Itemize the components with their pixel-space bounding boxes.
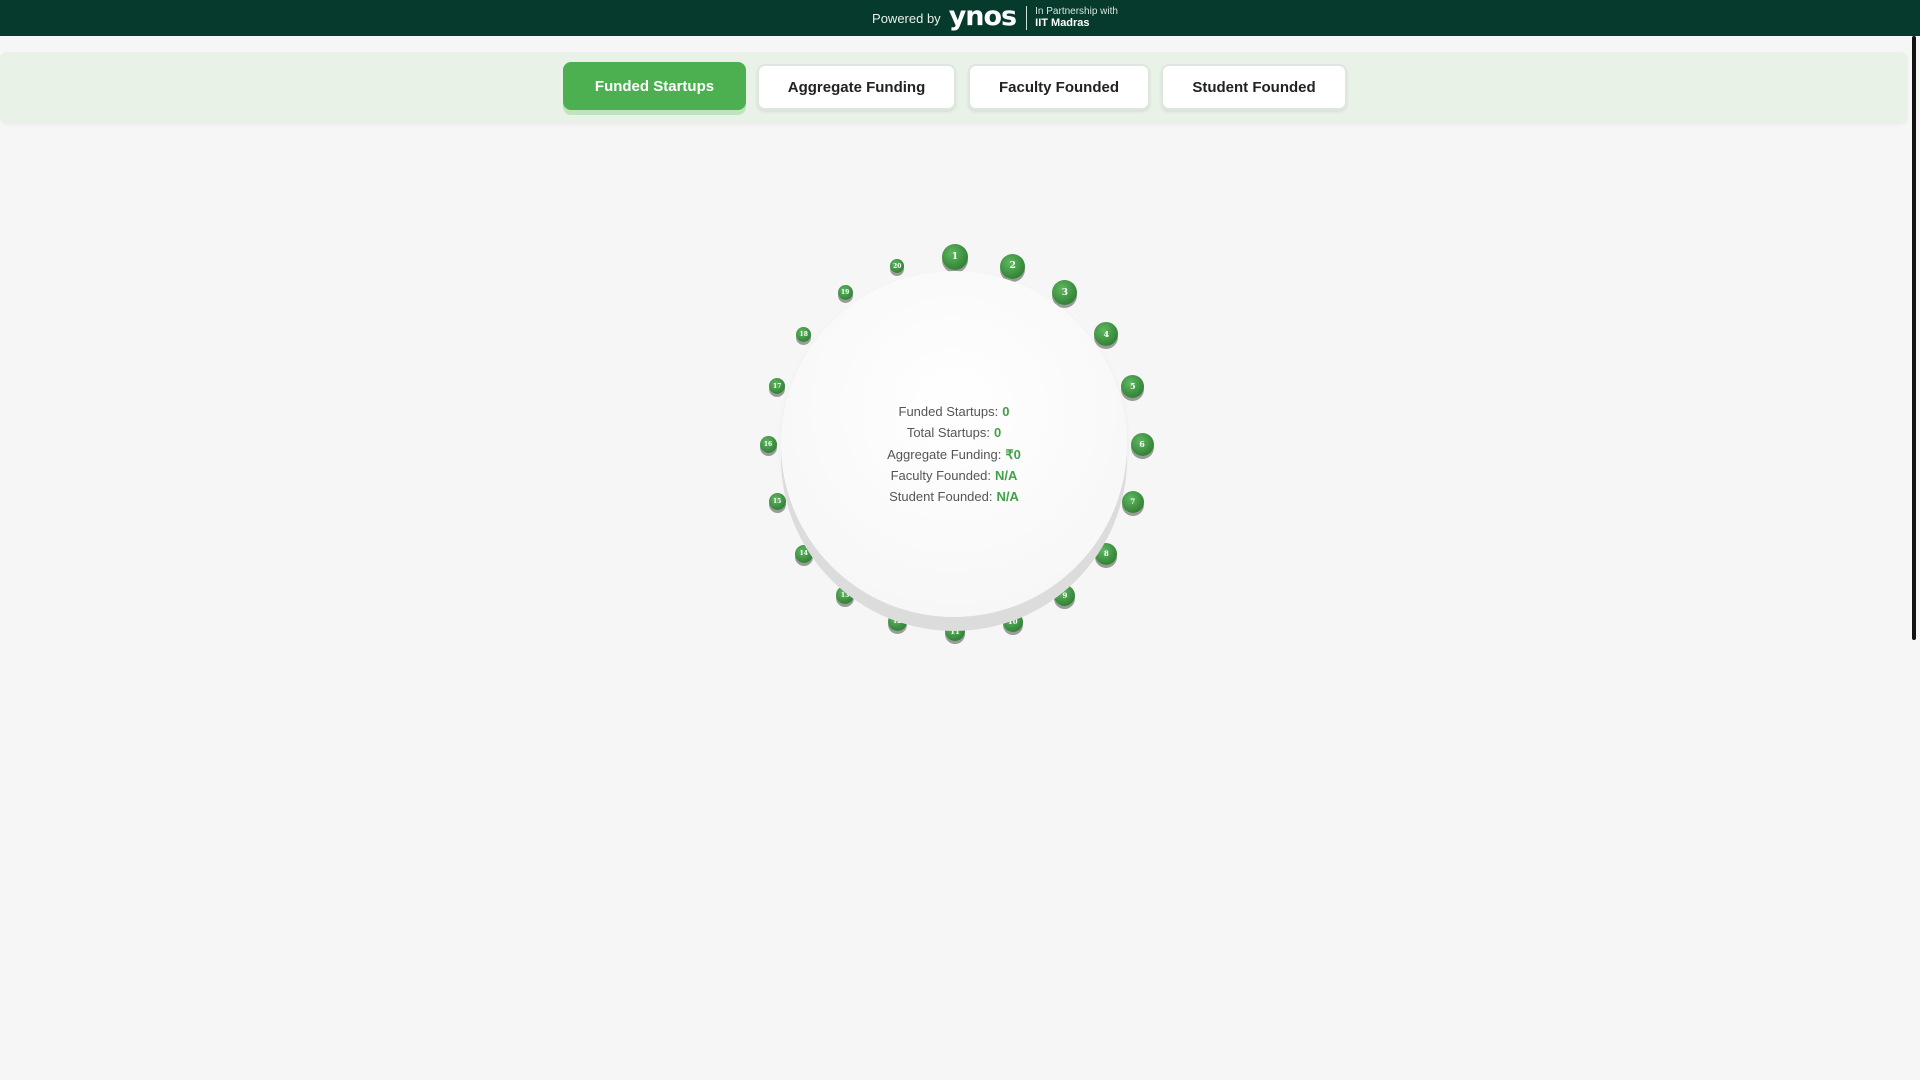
stat-label: Student Founded: <box>889 489 993 505</box>
stat-label: Total Startups: <box>906 425 990 441</box>
stat-aggregate-funding: Aggregate Funding: ₹0 <box>781 444 1127 465</box>
orbit-node-17[interactable]: 17 <box>769 378 786 395</box>
stat-faculty-founded: Faculty Founded: N/A <box>781 465 1127 486</box>
orbit-node-6[interactable]: 6 <box>1130 432 1154 456</box>
orbit-node-10[interactable]: 10 <box>1002 611 1023 632</box>
orbit-node-3[interactable]: 3 <box>1052 280 1078 306</box>
orbit-node-13[interactable]: 13 <box>836 586 855 605</box>
stat-value: N/A <box>995 467 1018 483</box>
orbit-node-16[interactable]: 16 <box>759 435 777 453</box>
stat-student-founded: Student Founded: N/A <box>781 486 1127 507</box>
stat-total-startups: Total Startups: 0 <box>781 422 1127 443</box>
orbit-node-1[interactable]: 1 <box>942 244 968 270</box>
orbit-node-18[interactable]: 18 <box>796 326 812 342</box>
scrollbar-thumb[interactable] <box>1912 36 1916 640</box>
stat-label: Faculty Founded: <box>890 467 992 483</box>
stat-label: Funded Startups: <box>898 404 999 419</box>
orbit-node-19[interactable]: 19 <box>837 285 853 301</box>
orbit-node-8[interactable]: 8 <box>1095 542 1118 565</box>
orbit-node-11[interactable]: 11 <box>945 621 965 641</box>
orbit-node-14[interactable]: 14 <box>794 544 813 563</box>
stat-value: 0 <box>993 425 1002 441</box>
summary-stats: Funded Startups: 0 Total Startups: 0 Aggre… <box>781 401 1127 507</box>
stat-value: 0 <box>1002 404 1010 419</box>
orbit-node-4[interactable]: 4 <box>1094 322 1119 347</box>
orbit-node-12[interactable]: 12 <box>887 612 907 632</box>
orbit-node-20[interactable]: 20 <box>890 259 905 274</box>
orbit-node-2[interactable]: 2 <box>1000 253 1026 279</box>
stat-value: N/A <box>996 489 1019 505</box>
stat-value: ₹0 <box>1005 446 1021 462</box>
stat-funded-startups: Funded Startups: 0 <box>781 401 1127 422</box>
orbit-node-5[interactable]: 5 <box>1121 374 1145 398</box>
orbit-node-9[interactable]: 9 <box>1054 584 1076 606</box>
stat-label: Aggregate Funding: <box>887 446 1002 462</box>
